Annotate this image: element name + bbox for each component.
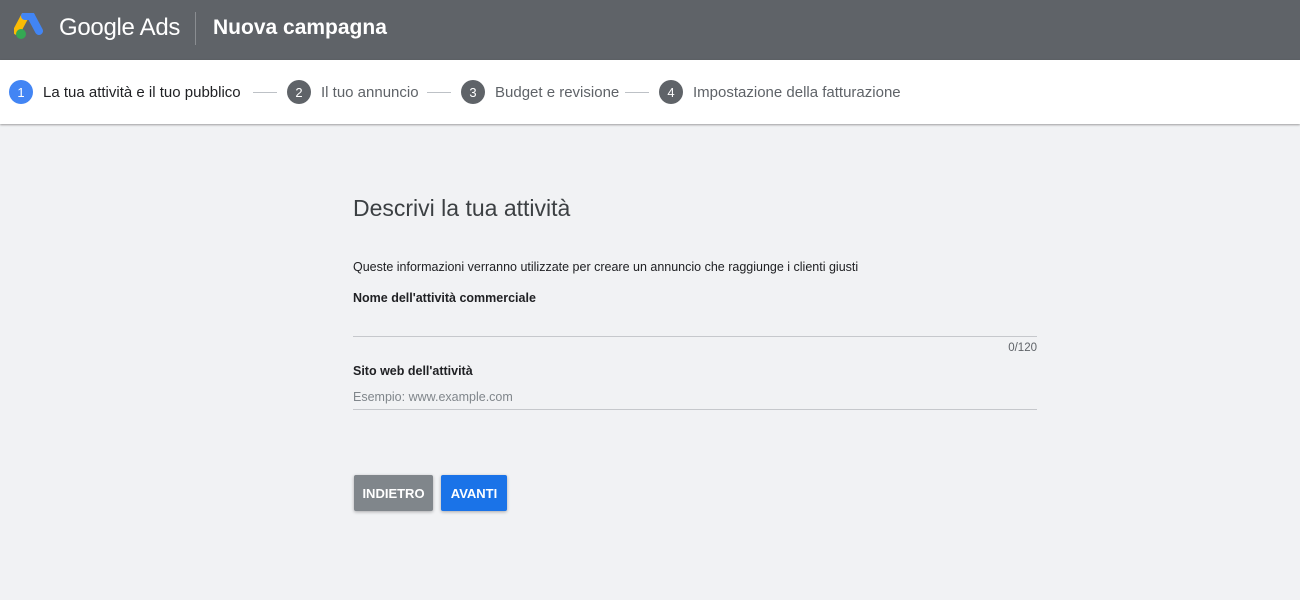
business-form: Descrivi la tua attività Queste informaz… [353, 195, 1037, 511]
step-budget-review[interactable]: 3 Budget e revisione [461, 80, 619, 104]
step-business-audience[interactable]: 1 La tua attività e il tuo pubblico [9, 80, 241, 104]
back-button[interactable]: INDIETRO [354, 475, 433, 511]
business-name-label: Nome dell'attività commerciale [353, 291, 536, 305]
step-label: La tua attività e il tuo pubblico [43, 83, 241, 101]
step-connector [625, 92, 649, 93]
step-label: Impostazione della fatturazione [693, 83, 901, 101]
next-button[interactable]: AVANTI [441, 475, 507, 511]
business-name-input[interactable] [353, 311, 1037, 337]
step-connector [427, 92, 451, 93]
form-title: Descrivi la tua attività [353, 195, 571, 221]
step-label: Budget e revisione [495, 83, 620, 101]
step-number: 4 [659, 80, 683, 104]
header-divider [195, 12, 196, 45]
brand-name[interactable]: Google Ads [59, 14, 180, 42]
step-number: 2 [287, 80, 311, 104]
step-ad[interactable]: 2 Il tuo annuncio [287, 80, 419, 104]
top-app-bar: Google Ads Nuova campagna [0, 0, 1300, 60]
step-number: 1 [9, 80, 33, 104]
step-connector [253, 92, 277, 93]
campaign-stepper: 1 La tua attività e il tuo pubblico 2 Il… [0, 60, 1300, 124]
website-label: Sito web dell'attività [353, 364, 473, 378]
step-label: Il tuo annuncio [321, 83, 419, 101]
page-title: Nuova campagna [213, 16, 387, 39]
character-counter: 0/120 [1008, 342, 1037, 354]
form-description: Queste informazioni verranno utilizzate … [353, 260, 859, 274]
google-ads-logo-icon[interactable] [14, 13, 46, 41]
website-input[interactable] [353, 384, 1037, 410]
step-number: 3 [461, 80, 485, 104]
step-billing-setup[interactable]: 4 Impostazione della fatturazione [659, 80, 901, 104]
